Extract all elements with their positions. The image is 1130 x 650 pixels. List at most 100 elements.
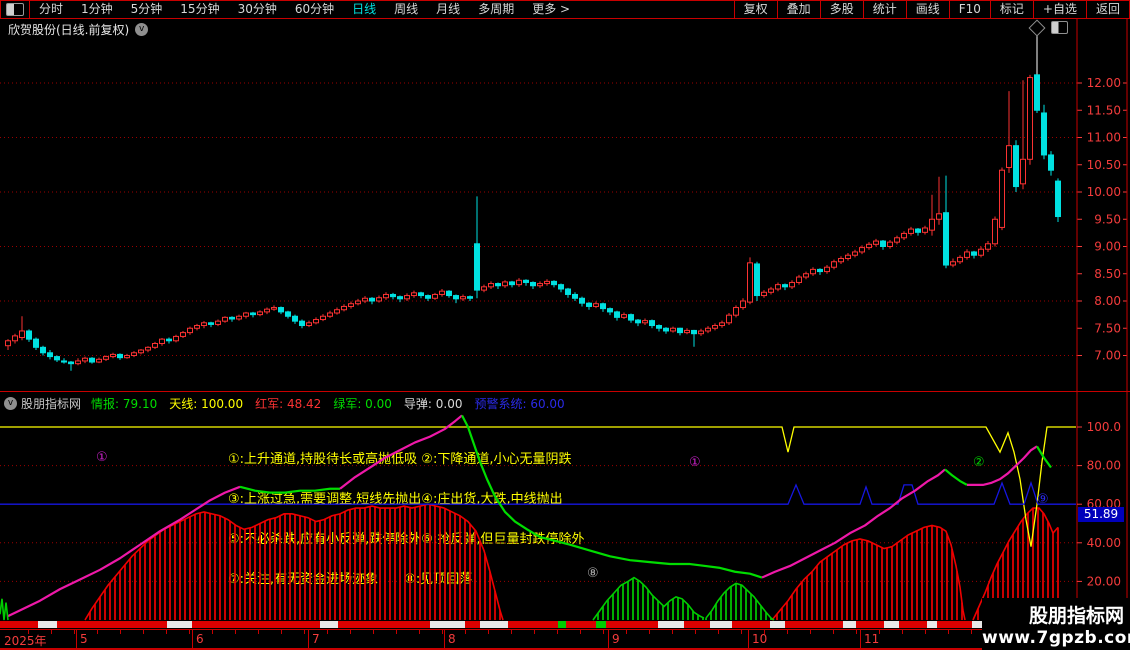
indicator-values: 情报: 79.10 天线: 100.00 红军: 48.42 绿军: 0.00 导弹: … bbox=[91, 395, 577, 412]
session-strip-segment bbox=[899, 621, 927, 628]
candle-body bbox=[684, 329, 690, 334]
chevron-down-icon[interactable]: v bbox=[135, 22, 149, 36]
time-tick bbox=[97, 630, 98, 634]
diamond-icon[interactable] bbox=[1028, 19, 1046, 36]
candle-body bbox=[362, 297, 368, 302]
toolbar-item-8[interactable]: 周线 bbox=[385, 1, 427, 18]
indicator-field-3: 红军: 48.42 bbox=[255, 396, 322, 411]
candle-body bbox=[411, 292, 417, 297]
time-tick bbox=[442, 630, 443, 634]
left-zigzag bbox=[0, 598, 9, 621]
candle-body bbox=[586, 302, 592, 307]
candle-body bbox=[705, 327, 711, 332]
candle-body bbox=[754, 263, 760, 297]
candle-body bbox=[551, 280, 557, 286]
tool-item-2[interactable]: 叠加 bbox=[776, 1, 820, 18]
timeframe-items: 分时 1分钟 5分钟 15分钟 30分钟 60分钟 日线 周线 月线 多周期 更多 > bbox=[30, 1, 579, 18]
candle-body bbox=[901, 232, 907, 239]
candle-body bbox=[698, 330, 704, 335]
candle-body bbox=[103, 356, 109, 360]
session-strip-segment bbox=[606, 621, 658, 628]
time-axis[interactable]: 2025年 5 6 7 8 9 10 11 bbox=[0, 629, 1130, 650]
candle-body bbox=[33, 338, 39, 348]
candle-body bbox=[712, 325, 718, 329]
toolbar-item-1[interactable]: 分时 bbox=[30, 1, 72, 18]
time-tick bbox=[235, 630, 236, 634]
tool-item-8[interactable]: +自选 bbox=[1032, 1, 1086, 18]
price-label: 7.50 bbox=[1094, 321, 1121, 335]
candle-body bbox=[369, 297, 375, 302]
time-tick bbox=[580, 630, 581, 634]
toolbar-item-2[interactable]: 1分钟 bbox=[72, 1, 122, 18]
candle-body bbox=[89, 357, 95, 363]
month-label: 2025年 bbox=[4, 634, 47, 648]
indicator-header: v 股朋指标网 情报: 79.10 天线: 100.00 红军: 48.42 绿军: … bbox=[0, 392, 1076, 414]
candle-body bbox=[215, 320, 221, 325]
month-label: 11 bbox=[864, 632, 880, 646]
candle-body bbox=[845, 254, 851, 259]
chevron-down-icon[interactable]: v bbox=[4, 396, 17, 410]
candle-body bbox=[1027, 77, 1033, 160]
time-tick bbox=[603, 630, 604, 634]
candle-body bbox=[61, 360, 67, 363]
candle-body bbox=[145, 346, 151, 351]
session-strip-segment bbox=[927, 621, 937, 628]
month-separator bbox=[192, 630, 193, 648]
indicator-axis-label: 100.0 bbox=[1087, 420, 1121, 434]
candle-body bbox=[957, 256, 963, 263]
candle-body bbox=[467, 296, 473, 299]
candle-body bbox=[873, 240, 879, 245]
tool-item-4[interactable]: 统计 bbox=[862, 1, 906, 18]
price-label: 9.00 bbox=[1094, 240, 1121, 254]
toolbar-item-10[interactable]: 多周期 bbox=[469, 1, 523, 18]
tool-item-1[interactable]: 复权 bbox=[733, 1, 777, 18]
month-separator bbox=[444, 630, 445, 648]
candle-body bbox=[222, 316, 228, 322]
candle-body bbox=[418, 292, 424, 297]
price-label: 8.50 bbox=[1094, 267, 1121, 281]
candle-body bbox=[278, 307, 284, 313]
toolbar-item-6[interactable]: 60分钟 bbox=[286, 1, 343, 18]
session-strip-segment bbox=[770, 621, 785, 628]
candle-body bbox=[264, 308, 270, 313]
toolbar-item-5[interactable]: 30分钟 bbox=[229, 1, 286, 18]
tool-item-6[interactable]: F10 bbox=[948, 1, 990, 18]
toolbar-item-3[interactable]: 5分钟 bbox=[122, 1, 172, 18]
split-view-icon[interactable] bbox=[6, 3, 24, 16]
time-tick bbox=[971, 630, 972, 634]
tool-item-7[interactable]: 标记 bbox=[989, 1, 1033, 18]
session-strip-segment bbox=[558, 621, 566, 628]
time-tick bbox=[787, 630, 788, 634]
tool-item-3[interactable]: 多股 bbox=[819, 1, 863, 18]
candle-body bbox=[572, 293, 578, 299]
candle-body bbox=[96, 358, 102, 363]
candle-body bbox=[173, 335, 179, 342]
circled-marker: ① bbox=[689, 455, 701, 470]
candle-body bbox=[75, 360, 81, 365]
time-tick bbox=[120, 630, 121, 634]
watermark-site-name: 股朋指标网 bbox=[1028, 605, 1124, 627]
time-tick bbox=[143, 630, 144, 634]
toolbar-item-4[interactable]: 15分钟 bbox=[171, 1, 228, 18]
candle-body bbox=[390, 293, 396, 298]
candle-body bbox=[376, 297, 382, 302]
candle-body bbox=[796, 276, 802, 283]
time-tick bbox=[189, 630, 190, 634]
tool-item-5[interactable]: 画线 bbox=[905, 1, 949, 18]
time-tick bbox=[350, 630, 351, 634]
session-strip-segment bbox=[508, 621, 558, 628]
toolbar-item-11[interactable]: 更多 > bbox=[523, 1, 579, 18]
split-view-icon[interactable] bbox=[1051, 21, 1068, 34]
candle-body bbox=[971, 251, 977, 256]
toolbar-item-7[interactable]: 日线 bbox=[343, 1, 385, 18]
month-label: 8 bbox=[448, 632, 456, 646]
candle-body bbox=[915, 228, 921, 233]
session-strip-segment bbox=[710, 621, 732, 628]
session-strip-segment bbox=[596, 621, 606, 628]
toolbar-item-9[interactable]: 月线 bbox=[427, 1, 469, 18]
watermark-url: www.7gpzb.com bbox=[982, 628, 1130, 648]
candle-body bbox=[628, 314, 634, 321]
candle-body bbox=[985, 243, 991, 250]
tool-item-9[interactable]: 返回 bbox=[1085, 1, 1129, 18]
title-bar: 欣贺股份(日线.前复权) v bbox=[0, 18, 1130, 40]
